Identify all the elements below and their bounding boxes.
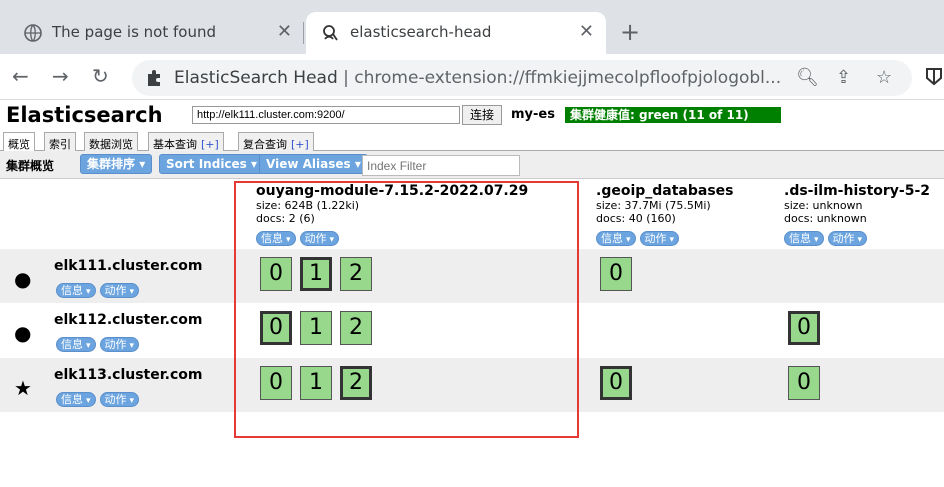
index-name: .geoip_databases [596,183,734,199]
node-action-button[interactable]: 动作 [99,283,140,298]
forward-arrow-icon[interactable]: → [52,64,69,88]
shard-primary[interactable]: 1 [300,257,332,291]
main-nav-tabs: 概览 索引 数据浏览 基本查询 [+] 复合查询 [+] [0,129,944,153]
index-filter-input[interactable] [362,155,520,176]
node-name: elk111.cluster.com [54,258,203,274]
node-name: elk113.cluster.com [54,367,203,383]
index-action-button[interactable]: 动作 [299,231,340,246]
close-icon[interactable]: ✕ [579,21,594,42]
index-action-button[interactable]: 动作 [639,231,680,246]
back-arrow-icon[interactable]: ← [12,64,29,88]
node-row: ● elk112.cluster.com 信息动作 0 1 2 0 [0,303,944,357]
node-info-button[interactable]: 信息 [56,283,96,298]
index-info-button[interactable]: 信息 [256,231,296,246]
tab-separator [303,22,304,44]
node-name: elk112.cluster.com [54,312,203,328]
index-action-button[interactable]: 动作 [827,231,868,246]
tab-overview[interactable]: 概览 [3,132,35,153]
tab-label: elasticsearch-head [350,23,492,41]
new-tab-plus-icon[interactable]: + [620,18,640,46]
node-info-button[interactable]: 信息 [56,337,96,352]
node-row: ★ elk113.cluster.com 信息动作 0 1 2 0 0 [0,358,944,412]
shard-primary[interactable]: 0 [260,311,292,345]
shard-replica[interactable]: 0 [260,366,292,400]
puzzle-extension-icon [144,68,164,88]
view-aliases-button[interactable]: View Aliases ▾ [259,154,368,174]
address-bar[interactable]: ElasticSearch Head | chrome-extension://… [132,60,912,96]
index-header: ouyang-module-7.15.2-2022.07.29 size: 62… [256,183,528,246]
reload-icon[interactable]: ↻ [92,64,109,88]
shard-replica[interactable]: 1 [300,311,332,345]
browser-tab-es-head[interactable]: elasticsearch-head ✕ [306,12,606,54]
tab-label: The page is not found [52,23,216,41]
zoom-icon[interactable]: 🔍︎ [796,67,819,88]
index-size: size: 624B (1.22ki) [256,199,360,212]
sort-indices-button[interactable]: Sort Indices ▾ [159,154,265,174]
share-icon[interactable]: ⇪ [836,67,851,88]
cluster-url-input[interactable] [192,106,460,124]
shard-primary[interactable]: 2 [340,366,372,400]
index-name: ouyang-module-7.15.2-2022.07.29 [256,183,529,199]
index-header: .geoip_databases size: 37.7Mi (75.5Mi) d… [596,183,734,246]
connect-button[interactable]: 连接 [462,105,502,125]
sort-cluster-button[interactable]: 集群排序 ▾ [80,154,153,174]
shard-replica[interactable]: 2 [340,311,372,345]
index-info-button[interactable]: 信息 [784,231,824,246]
tab-basic-query[interactable]: 基本查询 [+] [148,132,224,152]
cluster-name: my-es [511,107,555,122]
extension-shield-icon[interactable] [924,66,944,86]
shard-replica[interactable]: 0 [788,366,820,400]
index-info-button[interactable]: 信息 [596,231,636,246]
shard-replica[interactable]: 0 [600,257,632,291]
shard-primary[interactable]: 0 [600,366,632,400]
node-action-button[interactable]: 动作 [99,392,140,407]
node-action-button[interactable]: 动作 [99,337,140,352]
index-size: size: 37.7Mi (75.5Mi) [596,199,711,212]
elasticsearch-head-icon [322,24,340,42]
master-dot-icon: ● [14,267,32,291]
page-title: Elasticsearch [6,103,163,127]
shard-primary[interactable]: 0 [788,311,820,345]
node-row: ● elk111.cluster.com 信息动作 0 1 2 0 [0,249,944,303]
globe-icon [24,24,42,42]
shard-replica[interactable]: 2 [340,257,372,291]
es-head-page: Elasticsearch 连接 my-es 集群健康值: green (11 … [0,100,944,487]
overview-toolbar: 集群概览 集群排序 ▾ Sort Indices ▾ View Aliases … [0,151,944,179]
index-name: .ds-ilm-history-5-2 [784,183,931,199]
close-icon[interactable]: ✕ [277,21,292,42]
tab-compound-query[interactable]: 复合查询 [+] [238,132,314,152]
node-info-button[interactable]: 信息 [56,392,96,407]
index-size: size: unknown [784,199,863,212]
cluster-health-badge: 集群健康值: green (11 of 11) [565,107,781,123]
index-docs: docs: unknown [784,212,867,225]
browser-toolbar: ← → ↻ ElasticSearch Head | chrome-extens… [0,54,944,100]
shard-replica[interactable]: 0 [260,257,292,291]
browser-tab-not-found[interactable]: The page is not found ✕ [8,12,304,54]
bookmark-star-icon[interactable]: ☆ [876,67,892,88]
index-docs: docs: 2 (6) [256,212,315,225]
index-docs: docs: 40 (160) [596,212,676,225]
overview-title: 集群概览 [6,159,55,173]
browser-tab-strip: The page is not found ✕ elasticsearch-he… [0,0,944,54]
address-text: ElasticSearch Head | chrome-extension://… [174,68,782,88]
index-header: .ds-ilm-history-5-2 size: unknown docs: … [784,183,930,246]
master-dot-icon: ● [14,321,32,345]
tab-browser[interactable]: 数据浏览 [84,132,138,152]
master-star-icon: ★ [14,376,32,400]
tab-indices[interactable]: 索引 [44,132,76,152]
shard-replica[interactable]: 1 [300,366,332,400]
